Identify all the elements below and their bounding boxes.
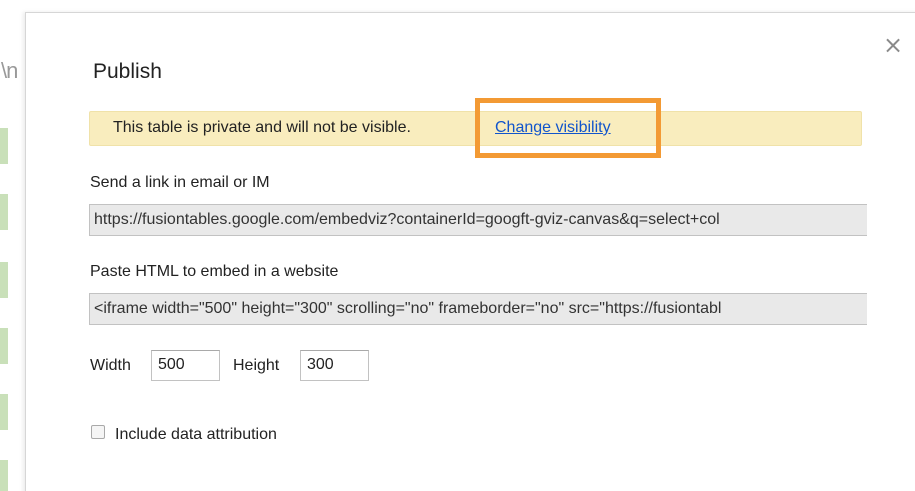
width-input[interactable]: 500 xyxy=(151,350,220,381)
embed-html-label: Paste HTML to embed in a website xyxy=(90,263,339,280)
background-row-bar xyxy=(0,262,8,298)
background-row-bar xyxy=(0,394,8,430)
background-row-bar xyxy=(0,128,8,164)
include-attribution-label: Include data attribution xyxy=(115,426,277,443)
dialog-title: Publish xyxy=(93,60,162,83)
email-link-label: Send a link in email or IM xyxy=(90,174,270,191)
notice-text: This table is private and will not be vi… xyxy=(113,119,411,136)
height-input[interactable]: 300 xyxy=(300,350,369,381)
email-link-field[interactable]: https://fusiontables.google.com/embedviz… xyxy=(89,204,867,236)
background-row-bar xyxy=(0,328,8,364)
width-label: Width xyxy=(90,357,131,374)
close-icon[interactable]: × xyxy=(882,32,904,58)
height-label: Height xyxy=(233,357,280,374)
background-row-bar xyxy=(0,194,8,230)
background-row-bar xyxy=(0,460,8,491)
highlight-annotation-box xyxy=(475,98,661,158)
background-partial-text: \n xyxy=(1,58,18,83)
embed-html-field[interactable]: <iframe width="500" height="300" scrolli… xyxy=(89,293,867,325)
include-attribution-checkbox[interactable] xyxy=(91,425,105,439)
